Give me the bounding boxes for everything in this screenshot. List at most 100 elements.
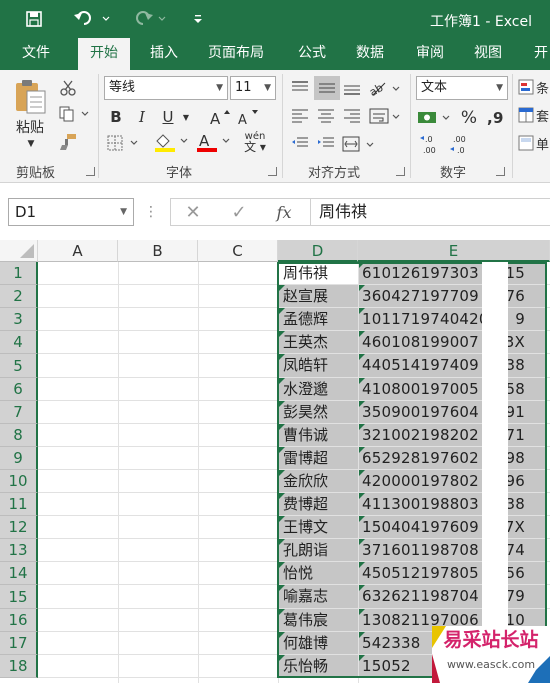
tab-file[interactable]: 文件 [10, 38, 62, 70]
row-header[interactable]: 3 [0, 308, 38, 331]
name-cell[interactable]: 雷博超 [279, 447, 358, 469]
alignment-launcher-icon[interactable] [396, 167, 405, 176]
error-indicator-icon[interactable] [279, 308, 285, 314]
row-header[interactable]: 15 [0, 585, 38, 609]
row-header[interactable]: 7 [0, 401, 38, 424]
decrease-decimal-icon[interactable]: .00.0 [448, 132, 474, 156]
error-indicator-icon[interactable] [359, 609, 365, 615]
id-number-cell[interactable]: 1011719740420 9 [359, 308, 547, 330]
name-box[interactable]: D1 ▼ [8, 198, 134, 226]
id-number-cell[interactable]: 321002198202 71 [359, 424, 547, 446]
formula-input[interactable]: 周伟祺 [310, 198, 550, 226]
cut-icon[interactable] [58, 78, 78, 98]
id-number-cell[interactable]: 410800197005 58 [359, 378, 547, 400]
insert-function-icon[interactable]: fx [271, 201, 297, 223]
error-indicator-icon[interactable] [359, 308, 365, 314]
error-indicator-icon[interactable] [359, 655, 365, 661]
cell-styles-icon[interactable]: 单 [518, 132, 550, 156]
tab-page-layout[interactable]: 页面布局 [196, 38, 276, 70]
error-indicator-icon[interactable] [279, 378, 285, 384]
id-number-cell[interactable]: 632621198704 79 [359, 585, 547, 608]
row-header[interactable]: 9 [0, 447, 38, 470]
paste-dropdown-icon[interactable]: ▼ [24, 138, 38, 150]
underline-dropdown-icon[interactable]: ▼ [180, 110, 192, 124]
error-indicator-icon[interactable] [359, 539, 365, 545]
copy-icon[interactable] [58, 104, 92, 124]
error-indicator-icon[interactable] [279, 539, 285, 545]
error-indicator-icon[interactable] [359, 632, 365, 638]
error-indicator-icon[interactable] [279, 447, 285, 453]
row-header[interactable]: 6 [0, 378, 38, 401]
tab-developer[interactable]: 开 [522, 38, 548, 70]
error-indicator-icon[interactable] [279, 609, 285, 615]
id-number-cell[interactable]: 610126197303 15 [359, 262, 547, 284]
id-number-cell[interactable]: 420000197802 96 [359, 470, 547, 492]
error-indicator-icon[interactable] [279, 470, 285, 476]
align-bottom-icon[interactable] [340, 76, 364, 100]
error-indicator-icon[interactable] [359, 585, 365, 591]
align-center-icon[interactable] [314, 104, 338, 128]
id-number-cell[interactable]: 440514197409 38 [359, 354, 547, 377]
name-cell[interactable]: 孔朗诣 [279, 539, 358, 561]
tab-review[interactable]: 审阅 [404, 38, 456, 70]
id-number-cell[interactable]: 350900197604 91 [359, 401, 547, 423]
font-color-icon[interactable]: A [194, 130, 232, 154]
decrease-font-icon[interactable]: A [236, 106, 260, 128]
error-indicator-icon[interactable] [359, 285, 365, 291]
borders-icon[interactable] [106, 132, 142, 154]
orientation-icon[interactable]: ab [368, 76, 404, 100]
tab-home[interactable]: 开始 [78, 38, 130, 71]
row-header[interactable]: 4 [0, 331, 38, 354]
row-header[interactable]: 5 [0, 354, 38, 378]
redo-icon[interactable] [128, 8, 168, 30]
error-indicator-icon[interactable] [279, 285, 285, 291]
error-indicator-icon[interactable] [279, 493, 285, 499]
id-number-cell[interactable]: 460108199007 3X [359, 331, 547, 353]
bold-button[interactable]: B [106, 106, 126, 128]
paste-button[interactable]: 粘贴 [8, 118, 52, 136]
font-launcher-icon[interactable] [268, 167, 277, 176]
name-cell[interactable]: 王英杰 [279, 331, 358, 353]
error-indicator-icon[interactable] [359, 493, 365, 499]
name-cell[interactable]: 金欣欣 [279, 470, 358, 492]
name-cell[interactable]: 赵宣展 [279, 285, 358, 307]
row-header[interactable]: 13 [0, 539, 38, 562]
error-indicator-icon[interactable] [279, 424, 285, 430]
format-as-table-icon[interactable]: 套 [518, 104, 550, 128]
name-cell[interactable]: 孟德辉 [279, 308, 358, 330]
error-indicator-icon[interactable] [359, 516, 365, 522]
error-indicator-icon[interactable] [279, 632, 285, 638]
customize-icon[interactable] [190, 8, 206, 30]
name-cell[interactable]: 凤皓轩 [279, 354, 358, 377]
error-indicator-icon[interactable] [359, 378, 365, 384]
name-cell[interactable]: 水澄邈 [279, 378, 358, 400]
enter-icon[interactable]: ✓ [229, 201, 249, 223]
row-header[interactable]: 14 [0, 562, 38, 585]
font-size-select[interactable]: 11 ▼ [230, 76, 276, 100]
number-format-select[interactable]: 文本 ▼ [416, 76, 508, 100]
underline-button[interactable]: U [158, 106, 178, 128]
error-indicator-icon[interactable] [279, 655, 285, 661]
align-middle-icon[interactable] [314, 76, 340, 100]
percent-icon[interactable]: % [458, 106, 480, 130]
row-header[interactable]: 1 [0, 262, 38, 285]
name-cell[interactable]: 怡悦 [279, 562, 358, 584]
error-indicator-icon[interactable] [279, 331, 285, 337]
error-indicator-icon[interactable] [359, 331, 365, 337]
phonetic-guide-button[interactable]: wén 文 ▾ [240, 130, 270, 154]
error-indicator-icon[interactable] [279, 516, 285, 522]
error-indicator-icon[interactable] [359, 354, 365, 360]
wrap-text-icon[interactable] [368, 104, 404, 128]
tab-view[interactable]: 视图 [462, 38, 514, 70]
paste-icon[interactable] [10, 76, 50, 118]
column-header-c[interactable]: C [198, 240, 278, 262]
error-indicator-icon[interactable] [359, 470, 365, 476]
name-cell[interactable]: 彭昊然 [279, 401, 358, 423]
italic-button[interactable]: I [132, 106, 152, 128]
error-indicator-icon[interactable] [279, 585, 285, 591]
row-header[interactable]: 16 [0, 609, 38, 632]
align-top-icon[interactable] [288, 76, 312, 100]
id-number-cell[interactable]: 150404197609 7X [359, 516, 547, 538]
tab-data[interactable]: 数据 [344, 38, 396, 70]
error-indicator-icon[interactable] [359, 447, 365, 453]
